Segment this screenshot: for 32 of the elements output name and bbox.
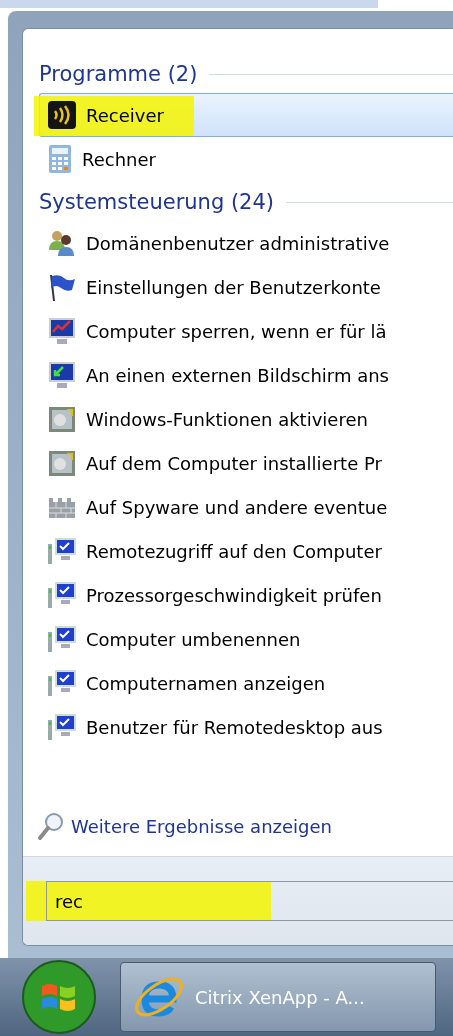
users-icon bbox=[47, 228, 77, 258]
result-item[interactable]: An einen externen Bildschirm ans bbox=[39, 353, 453, 397]
monitor-pen-icon bbox=[47, 316, 77, 346]
computer-icon bbox=[47, 712, 77, 742]
result-item[interactable]: Domänenbenutzer administrative bbox=[39, 221, 453, 265]
result-item[interactable]: Computer sperren, wenn er für lä bbox=[39, 309, 453, 353]
computer-icon bbox=[47, 668, 77, 698]
monitor-arrow-icon bbox=[47, 360, 77, 390]
result-item[interactable]: Prozessorgeschwindigkeit prüfen bbox=[39, 573, 453, 617]
computer-icon bbox=[47, 580, 77, 610]
result-item[interactable]: Computernamen anzeigen bbox=[39, 661, 453, 705]
result-item[interactable]: Auf dem Computer installierte Pr bbox=[39, 441, 453, 485]
program-box-icon bbox=[47, 404, 77, 434]
computer-icon bbox=[47, 624, 77, 654]
flag-icon bbox=[47, 272, 77, 302]
result-item[interactable]: Einstellungen der Benutzerkonte bbox=[39, 265, 453, 309]
program-box-icon bbox=[47, 448, 77, 478]
computer-icon bbox=[47, 536, 77, 566]
search-icon bbox=[37, 811, 65, 841]
start-button[interactable] bbox=[20, 958, 98, 1036]
result-item[interactable]: Benutzer für Remotedesktop aus bbox=[39, 705, 453, 749]
result-item[interactable]: Windows-Funktionen aktivieren bbox=[39, 397, 453, 441]
result-item[interactable]: Rechner bbox=[39, 137, 453, 181]
result-item[interactable]: Remotezugriff auf den Computer bbox=[39, 529, 453, 573]
calculator-icon bbox=[47, 144, 73, 174]
more-results-link[interactable]: Weitere Ergebnisse anzeigen bbox=[71, 815, 332, 837]
search-field[interactable]: rec bbox=[46, 881, 453, 921]
group-heading: Systemsteuerung (24) bbox=[39, 190, 274, 214]
group-heading: Programme (2) bbox=[39, 62, 198, 86]
result-item[interactable]: Auf Spyware und andere eventue bbox=[39, 485, 453, 529]
result-item[interactable]: Computer umbenennen bbox=[39, 617, 453, 661]
signal-waves-icon bbox=[47, 100, 77, 130]
